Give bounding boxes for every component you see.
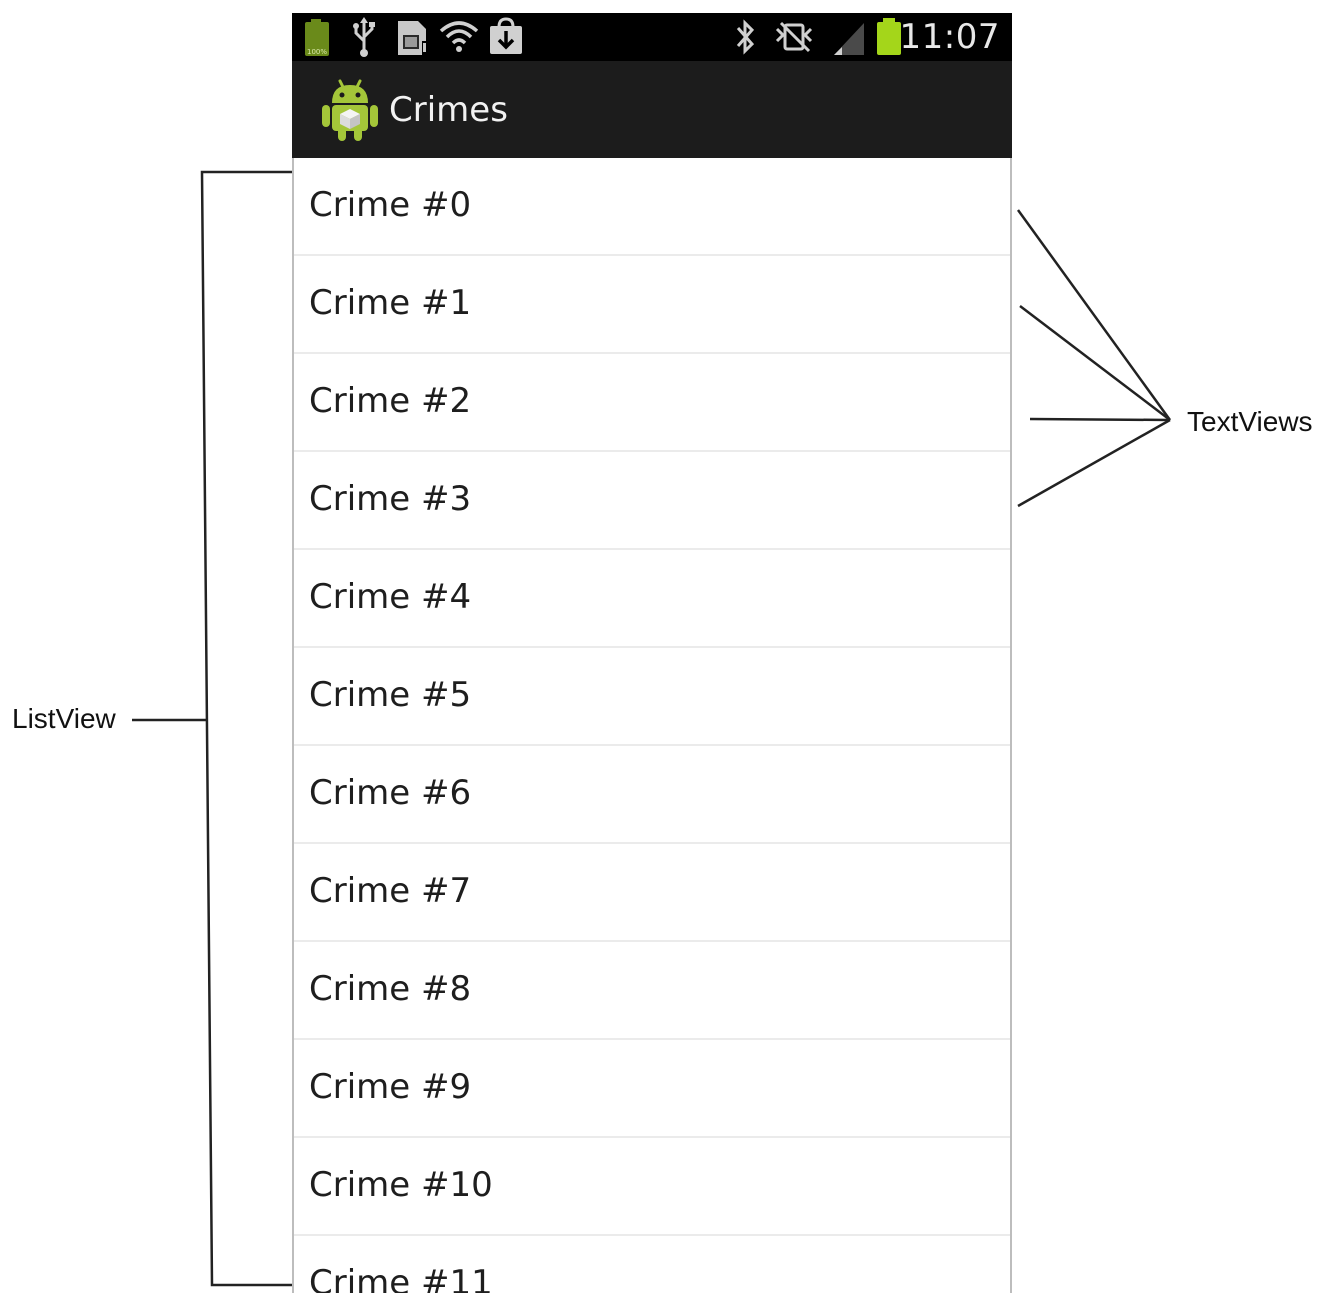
listview-bracket [200,170,292,1287]
textviews-line-3 [1017,418,1171,508]
annotation-overlay [132,170,1172,1287]
listview-callout-label: ListView [12,703,116,734]
textviews-line-1 [1019,305,1171,421]
textviews-line-0 [1016,209,1172,421]
textviews-callout-label: TextViews [1187,406,1313,437]
textviews-line-2 [1029,417,1171,422]
